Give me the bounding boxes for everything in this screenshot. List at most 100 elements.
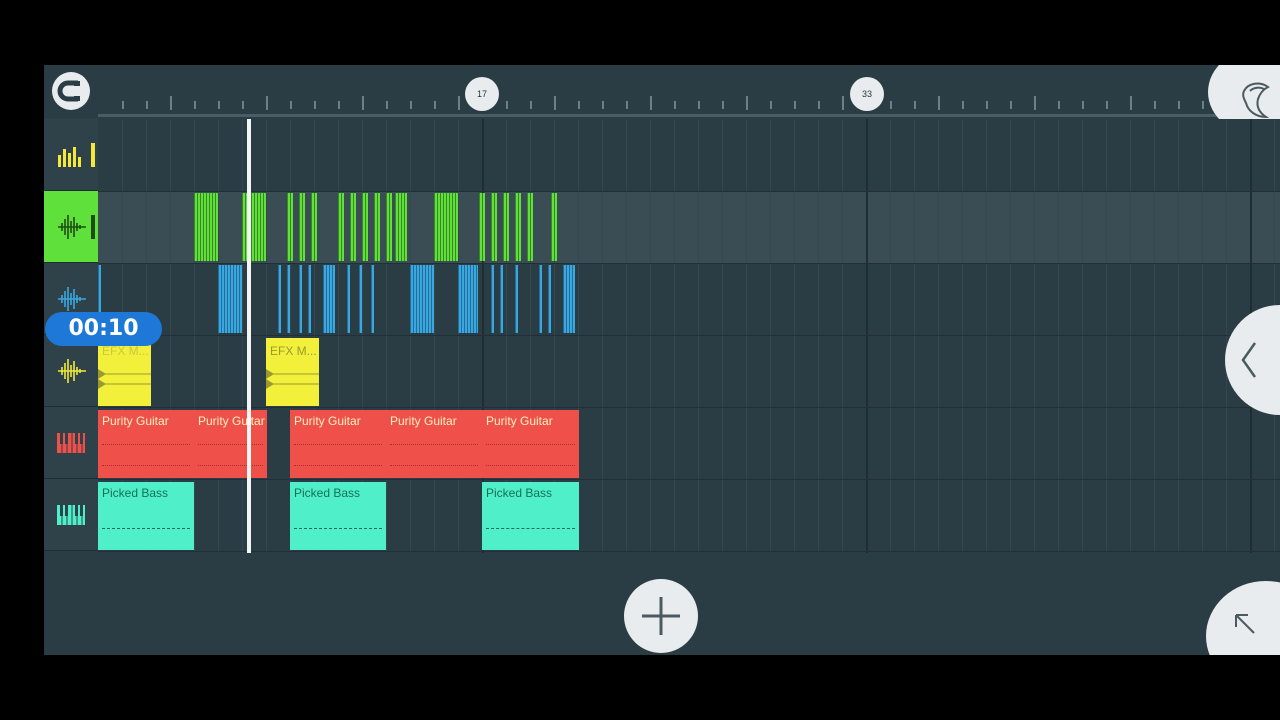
ruler-tick [434, 101, 436, 109]
ruler-tick [554, 96, 556, 110]
audio-clip-blue[interactable] [548, 265, 551, 333]
audio-clip-green[interactable] [350, 193, 356, 261]
add-track-button[interactable] [624, 579, 698, 653]
audio-clip-blue[interactable] [278, 265, 281, 333]
time-position-badge: 00:10 [45, 312, 162, 346]
grid-line [1034, 119, 1035, 553]
audio-clip-green[interactable] [362, 193, 368, 261]
clip-label: Purity Guitar [294, 414, 361, 428]
track-header-piano-teal[interactable] [44, 479, 98, 551]
efx-clip[interactable]: EFX M... [266, 338, 319, 406]
grid-line [1226, 119, 1227, 553]
magnet-icon [57, 80, 80, 102]
audio-clip-green[interactable] [503, 193, 509, 261]
audio-clip-green[interactable] [311, 193, 317, 261]
audio-clip-blue[interactable] [458, 265, 478, 333]
chevron-left-icon [1241, 342, 1257, 378]
audio-clip-green[interactable] [374, 193, 380, 261]
track-lane-1[interactable] [98, 119, 1280, 191]
bass-clip[interactable]: Picked Bass [98, 482, 194, 550]
audio-clip-green[interactable] [299, 193, 305, 261]
clip-notes [486, 444, 575, 466]
bass-clip[interactable]: Picked Bass [482, 482, 579, 550]
bass-clip[interactable]: Picked Bass [290, 482, 386, 550]
ruler-tick [458, 96, 460, 110]
ruler-tick [362, 96, 364, 110]
audio-clip-blue[interactable] [371, 265, 374, 333]
grid-line [938, 119, 939, 553]
audio-clip-green[interactable] [551, 193, 557, 261]
audio-clip-blue[interactable] [563, 265, 575, 333]
audio-clip-green[interactable] [338, 193, 344, 261]
ruler-baseline [98, 114, 1280, 117]
audio-clip-blue[interactable] [308, 265, 311, 333]
grid-line [986, 119, 987, 553]
bar-marker-17[interactable]: 17 [465, 77, 499, 111]
track-lane-2[interactable] [98, 191, 1280, 263]
audio-clip-blue[interactable] [515, 265, 518, 333]
clip-notes [294, 516, 382, 529]
audio-clip-blue[interactable] [218, 265, 242, 333]
track-header-piano-red[interactable] [44, 407, 98, 479]
track-header-audio-green[interactable] [44, 191, 98, 263]
audio-clip-green[interactable] [434, 193, 458, 261]
ruler-tick [1058, 101, 1060, 109]
ruler-tick [314, 101, 316, 109]
grid-line [1106, 119, 1107, 553]
audio-clip-blue[interactable] [287, 265, 290, 333]
audio-clip-green[interactable] [287, 193, 293, 261]
arrow-up-left-icon [1235, 614, 1255, 634]
grid-line [242, 119, 243, 553]
ruler-tick [842, 96, 844, 110]
ruler-tick [386, 101, 388, 109]
grid-line [1154, 119, 1155, 553]
grid-line [866, 119, 868, 553]
clip-notes [294, 444, 382, 466]
audio-clip-blue[interactable] [491, 265, 494, 333]
ruler-tick [218, 101, 220, 109]
audio-clip-green[interactable] [242, 193, 266, 261]
grid-line [770, 119, 771, 553]
guitar-clip[interactable]: Purity Guitar [386, 410, 482, 478]
grid-line [890, 119, 891, 553]
track-lane-6[interactable] [98, 479, 1280, 551]
clip-waveform [98, 369, 151, 389]
audio-clip-green[interactable] [479, 193, 485, 261]
audio-clip-green[interactable] [386, 193, 392, 261]
audio-clip-green[interactable] [515, 193, 521, 261]
audio-clip-blue[interactable] [299, 265, 302, 333]
audio-clip-green[interactable] [491, 193, 497, 261]
guitar-clip[interactable]: Purity Guitar [194, 410, 267, 478]
piano-keys-icon [57, 505, 85, 525]
audio-clip-blue[interactable] [539, 265, 542, 333]
grid-line [962, 119, 963, 553]
audio-clip-blue[interactable] [359, 265, 362, 333]
guitar-clip[interactable]: Purity Guitar [290, 410, 386, 478]
ruler-tick [1202, 101, 1204, 109]
ruler-tick [1130, 96, 1132, 110]
audio-clip-green[interactable] [194, 193, 218, 261]
playhead[interactable] [247, 119, 251, 553]
clip-label: Picked Bass [102, 486, 169, 500]
audio-clip-blue[interactable] [500, 265, 503, 333]
audio-clip-blue[interactable] [347, 265, 350, 333]
guitar-clip[interactable]: Purity Guitar [98, 410, 194, 478]
audio-clip-blue[interactable] [410, 265, 434, 333]
audio-clip-green[interactable] [527, 193, 533, 261]
guitar-clip[interactable]: Purity Guitar [482, 410, 579, 478]
efx-clip[interactable]: EFX M... [98, 338, 151, 406]
track-header-mixer[interactable] [44, 119, 98, 191]
clip-notes [390, 444, 478, 466]
track-lane-3[interactable] [98, 263, 1280, 335]
ruler-tick [1082, 101, 1084, 109]
ruler-tick [578, 101, 580, 109]
ruler-tick [1154, 101, 1156, 109]
track-lane-5[interactable] [98, 407, 1280, 479]
audio-clip-blue[interactable] [323, 265, 335, 333]
timeline-ruler[interactable]: 17 33 [44, 65, 1280, 119]
bar-marker-33[interactable]: 33 [850, 77, 884, 111]
snap-magnet-button[interactable] [52, 72, 90, 110]
arrangement-grid[interactable]: EFX M... EFX M... Purity Guitar Purity G… [98, 119, 1280, 553]
audio-clip-green[interactable] [395, 193, 407, 261]
clip-notes [102, 516, 190, 529]
